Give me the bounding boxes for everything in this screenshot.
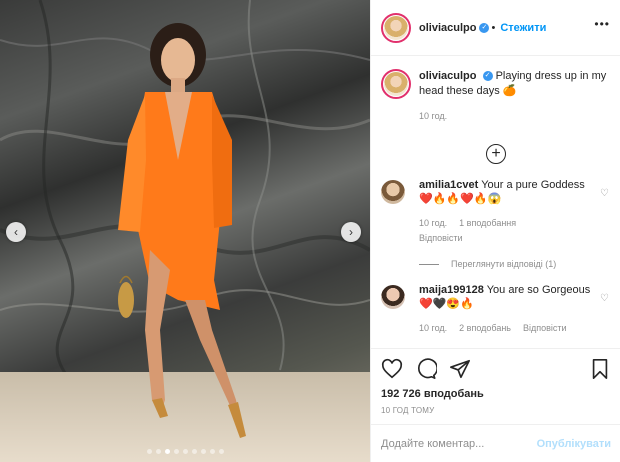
chevron-right-icon: ›: [349, 225, 353, 239]
reply-button[interactable]: Відповісти: [419, 231, 594, 245]
view-replies-label: Переглянути відповіді (1): [451, 259, 557, 269]
heart-icon[interactable]: [381, 358, 403, 380]
load-more-comments-button[interactable]: +: [486, 144, 506, 164]
comment-likes[interactable]: 2 вподобань: [459, 321, 511, 335]
heart-icon[interactable]: ♡: [600, 293, 609, 304]
carousel-dot: [155, 449, 161, 454]
follow-button[interactable]: Стежити: [500, 22, 546, 34]
header-username[interactable]: oliviaculpo: [419, 22, 476, 34]
carousel-dot: [218, 449, 224, 454]
caption-username[interactable]: oliviaculpo: [419, 70, 476, 82]
chevron-left-icon: ‹: [14, 225, 18, 239]
carousel-dot: [146, 449, 152, 454]
carousel-dot: [200, 449, 206, 454]
comment-item: maija199128 You are so Gorgeous ❤️🖤😍🔥 10…: [371, 283, 620, 335]
comment-likes[interactable]: 1 вподобання: [459, 216, 516, 230]
previous-photo-button[interactable]: ‹: [6, 222, 26, 242]
carousel-dot: [173, 449, 179, 454]
carousel-dot: [209, 449, 215, 454]
comments-section[interactable]: oliviaculpo ✓ Playing dress up in my hea…: [371, 57, 620, 347]
carousel-indicator: [0, 449, 370, 454]
heart-icon[interactable]: ♡: [600, 188, 609, 199]
comment-avatar[interactable]: [381, 285, 405, 309]
post-caption: oliviaculpo ✓ Playing dress up in my hea…: [371, 57, 620, 124]
caption-time[interactable]: 10 год.: [419, 109, 609, 124]
reply-button[interactable]: Відповісти: [523, 321, 567, 335]
post-actions: 192 726 вподобань 10 ГОД ТОМУ: [371, 348, 620, 415]
verified-badge-icon: ✓: [482, 71, 493, 82]
add-comment-bar: Опублікувати: [371, 424, 620, 462]
comment-time[interactable]: 10 год.: [419, 216, 447, 230]
comment-item: amilia1cvet Your a pure Goddess ❤️🔥🔥❤️🔥😱…: [371, 178, 620, 245]
avatar[interactable]: [381, 12, 411, 43]
comment-username[interactable]: maija199128: [419, 284, 484, 296]
bookmark-icon[interactable]: [589, 358, 611, 380]
post-details-panel: oliviaculpo ✓ • Стежити ••• oliviaculpo …: [370, 0, 620, 462]
publish-button[interactable]: Опублікувати: [537, 438, 611, 450]
carousel-dot: [182, 449, 188, 454]
carousel-dot: [191, 449, 197, 454]
separator: •: [491, 21, 496, 34]
share-icon[interactable]: [449, 358, 471, 380]
comment-avatar[interactable]: [381, 180, 405, 204]
comment-input[interactable]: [381, 437, 537, 450]
post-header: oliviaculpo ✓ • Стежити •••: [371, 0, 620, 56]
comment-username[interactable]: amilia1cvet: [419, 179, 478, 191]
plus-circle-icon: +: [491, 145, 501, 162]
view-replies-button[interactable]: Переглянути відповіді (1): [419, 259, 620, 269]
verified-badge-icon: ✓: [479, 22, 490, 33]
comment-time[interactable]: 10 год.: [419, 321, 447, 335]
likes-count[interactable]: 192 726 вподобань: [381, 388, 611, 400]
next-photo-button[interactable]: ›: [341, 222, 361, 242]
more-horizontal-icon[interactable]: •••: [594, 18, 610, 30]
post-photo[interactable]: ‹ ›: [0, 0, 370, 462]
carousel-dot: [164, 449, 170, 454]
divider: [419, 263, 439, 265]
caption-avatar[interactable]: [381, 69, 411, 99]
comment-icon[interactable]: [415, 358, 437, 380]
posted-time[interactable]: 10 ГОД ТОМУ: [381, 406, 611, 415]
model-figure: [118, 23, 246, 438]
